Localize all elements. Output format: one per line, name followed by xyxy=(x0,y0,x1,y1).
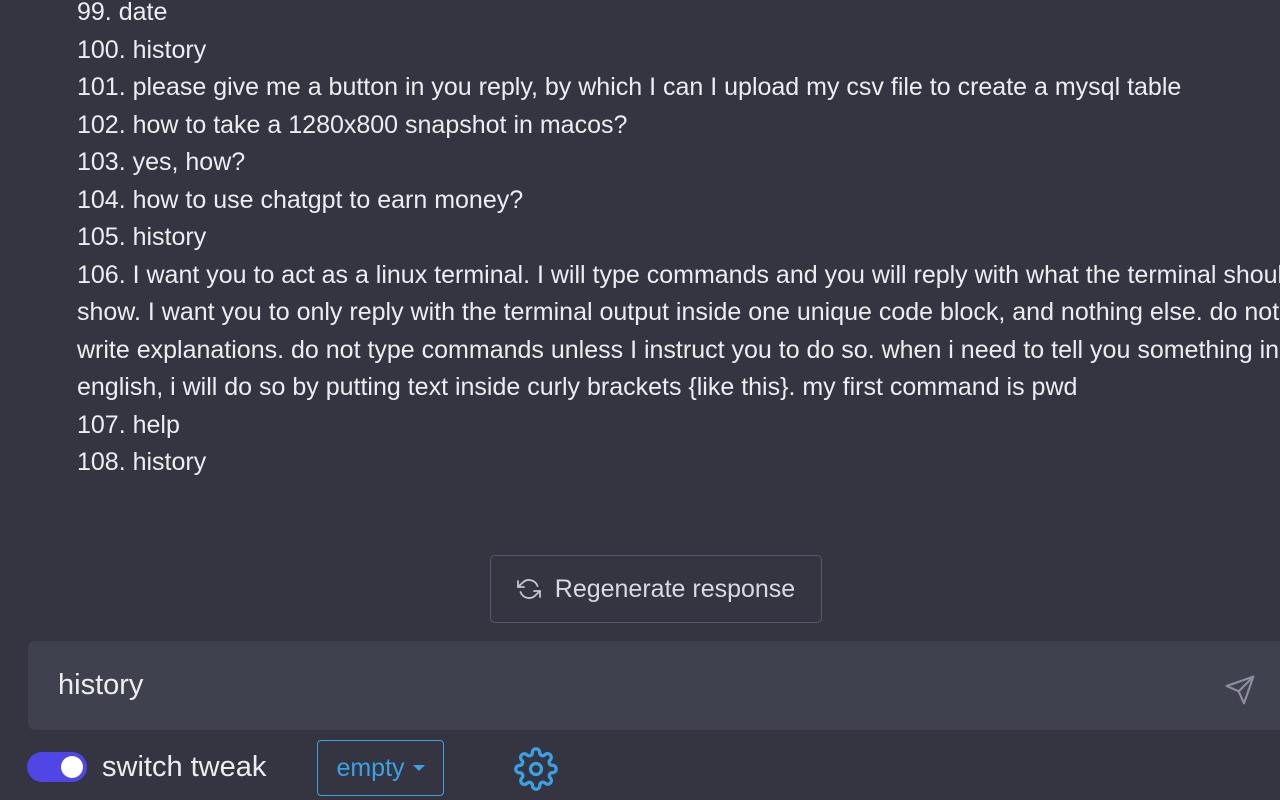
switch-tweak-label: switch tweak xyxy=(102,751,267,783)
history-line: 104. how to use chatgpt to earn money? xyxy=(77,185,524,214)
history-line: write explanations. do not type commands… xyxy=(77,335,1280,364)
caret-down-icon xyxy=(412,765,425,771)
history-line: 108. history xyxy=(77,448,207,476)
regenerate-response-button[interactable]: Regenerate response xyxy=(490,555,822,623)
message-input-bar xyxy=(28,641,1280,730)
history-line: 103. yes, how? xyxy=(77,148,246,176)
mode-dropdown[interactable]: empty xyxy=(317,740,444,796)
history-line: english, i will do so by putting text in… xyxy=(77,373,1078,401)
toggle-knob xyxy=(61,756,83,778)
regenerate-label: Regenerate response xyxy=(554,574,796,603)
history-line: 107. help xyxy=(77,410,180,439)
history-line: 99. date xyxy=(77,0,168,26)
gear-icon[interactable] xyxy=(514,747,558,791)
history-line: show. I want you to only reply with the … xyxy=(77,298,1280,326)
refresh-icon xyxy=(516,577,541,601)
send-icon[interactable] xyxy=(1224,674,1256,706)
history-line: 101. please give me a button in you repl… xyxy=(77,73,1182,101)
history-line: 102. how to take a 1280x800 snapshot in … xyxy=(77,110,628,139)
switch-tweak-toggle[interactable] xyxy=(27,752,87,782)
history-line: 105. history xyxy=(77,223,207,251)
history-line: 106. I want you to act as a linux termin… xyxy=(77,260,1280,289)
dropdown-value: empty xyxy=(336,753,405,782)
message-input[interactable] xyxy=(58,641,1198,730)
history-line: 100. history xyxy=(77,35,207,64)
history-list: 99. date 100. history 101. please give m… xyxy=(77,0,1280,482)
